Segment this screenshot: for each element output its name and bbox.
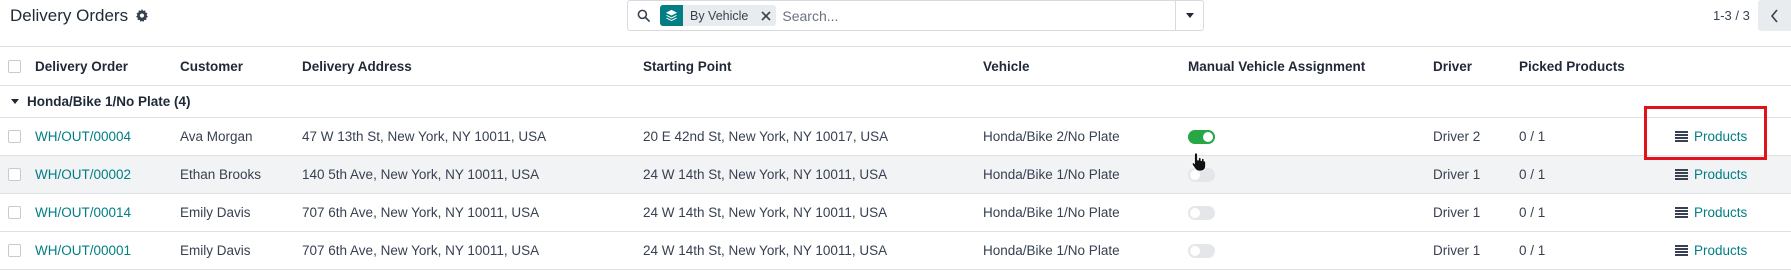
picked-products-cell: 0 / 1 xyxy=(1519,129,1546,144)
chevron-left-icon xyxy=(1770,8,1778,23)
row-checkbox[interactable] xyxy=(8,168,21,181)
column-header-driver[interactable]: Driver xyxy=(1433,47,1472,85)
table-row[interactable]: WH/OUT/00002 Ethan Brooks 140 5th Ave, N… xyxy=(0,156,1791,194)
delivery-address-cell: 47 W 13th St, New York, NY 10011, USA xyxy=(302,129,547,144)
delivery-order-link[interactable]: WH/OUT/00001 xyxy=(35,232,131,269)
caret-down-icon xyxy=(11,99,19,104)
vehicle-cell: Honda/Bike 1/No Plate xyxy=(983,167,1120,182)
driver-cell: Driver 1 xyxy=(1433,205,1481,220)
delivery-address-cell: 140 5th Ave, New York, NY 10011, USA xyxy=(302,167,540,182)
manual-assignment-toggle[interactable] xyxy=(1188,206,1215,220)
delivery-order-link[interactable]: WH/OUT/00004 xyxy=(35,118,131,155)
list-icon xyxy=(1675,245,1688,256)
driver-cell: Driver 2 xyxy=(1433,129,1481,144)
column-header-starting-point[interactable]: Starting Point xyxy=(643,47,732,85)
starting-point-cell: 24 W 14th St, New York, NY 10011, USA xyxy=(643,167,888,182)
products-button-label: Products xyxy=(1694,167,1748,182)
page-title: Delivery Orders xyxy=(10,6,129,25)
pager-value[interactable]: 1-3 / 3 xyxy=(1713,8,1750,23)
customer-cell: Emily Davis xyxy=(180,243,251,258)
starting-point-cell: 24 W 14th St, New York, NY 10011, USA xyxy=(643,243,888,258)
toggle-knob xyxy=(1203,132,1213,142)
vehicle-cell: Honda/Bike 1/No Plate xyxy=(983,205,1120,220)
group-label: Honda/Bike 1/No Plate (4) xyxy=(27,94,191,109)
group-row[interactable]: Honda/Bike 1/No Plate (4) xyxy=(0,86,1791,118)
products-button[interactable]: Products xyxy=(1675,194,1747,231)
table-row[interactable]: WH/OUT/00001 Emily Davis 707 6th Ave, Ne… xyxy=(0,232,1791,270)
pager-previous-button[interactable] xyxy=(1758,0,1791,31)
driver-cell: Driver 1 xyxy=(1433,167,1481,182)
table-row[interactable]: WH/OUT/00004 Ava Morgan 47 W 13th St, Ne… xyxy=(0,118,1791,156)
starting-point-cell: 20 E 42nd St, New York, NY 10017, USA xyxy=(643,129,889,144)
search-input[interactable] xyxy=(776,2,1175,29)
vehicle-cell: Honda/Bike 2/No Plate xyxy=(983,129,1120,144)
caret-down-icon xyxy=(1185,13,1194,18)
title-area: Delivery Orders xyxy=(10,0,149,32)
table-row[interactable]: WH/OUT/00014 Emily Davis 707 6th Ave, Ne… xyxy=(0,194,1791,232)
list-icon xyxy=(1675,207,1688,218)
vehicle-cell: Honda/Bike 1/No Plate xyxy=(983,243,1120,258)
row-checkbox[interactable] xyxy=(8,206,21,219)
group-header[interactable]: Honda/Bike 1/No Plate (4) xyxy=(11,86,191,117)
facet-label: By Vehicle xyxy=(690,8,749,23)
delivery-address-cell: 707 6th Ave, New York, NY 10011, USA xyxy=(302,243,540,258)
products-button[interactable]: Products xyxy=(1675,156,1747,193)
driver-cell: Driver 1 xyxy=(1433,243,1481,258)
toggle-knob xyxy=(1190,170,1200,180)
search-options-toggle[interactable] xyxy=(1175,1,1203,30)
products-button[interactable]: Products xyxy=(1675,118,1747,155)
row-checkbox[interactable] xyxy=(8,244,21,257)
control-panel: Delivery Orders By Vehicle Search... 1-3… xyxy=(0,0,1791,46)
column-header-picked-products[interactable]: Picked Products xyxy=(1519,47,1625,85)
gear-icon[interactable] xyxy=(135,9,149,23)
picked-products-cell: 0 / 1 xyxy=(1519,205,1546,220)
select-all-checkbox[interactable] xyxy=(8,60,21,73)
column-header-customer[interactable]: Customer xyxy=(180,47,243,85)
column-header-manual-vehicle-assignment[interactable]: Manual Vehicle Assignment xyxy=(1188,47,1365,85)
customer-cell: Emily Davis xyxy=(180,205,251,220)
delivery-order-link[interactable]: WH/OUT/00014 xyxy=(35,194,131,231)
column-header-delivery-order[interactable]: Delivery Order xyxy=(35,47,128,85)
picked-products-cell: 0 / 1 xyxy=(1519,167,1546,182)
layers-icon xyxy=(660,5,683,26)
products-button-label: Products xyxy=(1694,205,1748,220)
customer-cell: Ethan Brooks xyxy=(180,167,262,182)
column-header-delivery-address[interactable]: Delivery Address xyxy=(302,47,412,85)
list-icon xyxy=(1675,169,1688,180)
toggle-knob xyxy=(1190,246,1200,256)
products-button-label: Products xyxy=(1694,129,1748,144)
manual-assignment-toggle[interactable] xyxy=(1188,244,1215,258)
manual-assignment-toggle[interactable] xyxy=(1188,130,1215,144)
products-button[interactable]: Products xyxy=(1675,232,1747,269)
table-header: Delivery Order Customer Delivery Address… xyxy=(0,46,1791,86)
group-by-facet[interactable]: By Vehicle xyxy=(660,5,777,26)
search-icon[interactable] xyxy=(628,1,658,30)
toggle-knob xyxy=(1190,208,1200,218)
column-header-vehicle[interactable]: Vehicle xyxy=(983,47,1030,85)
products-button-label: Products xyxy=(1694,243,1748,258)
delivery-order-link[interactable]: WH/OUT/00002 xyxy=(35,156,131,193)
search-bar: By Vehicle xyxy=(627,0,1204,31)
row-checkbox[interactable] xyxy=(8,130,21,143)
customer-cell: Ava Morgan xyxy=(180,129,253,144)
close-icon[interactable] xyxy=(756,5,776,26)
manual-assignment-toggle[interactable] xyxy=(1188,168,1215,182)
delivery-address-cell: 707 6th Ave, New York, NY 10011, USA xyxy=(302,205,540,220)
list-icon xyxy=(1675,131,1688,142)
picked-products-cell: 0 / 1 xyxy=(1519,243,1546,258)
starting-point-cell: 24 W 14th St, New York, NY 10011, USA xyxy=(643,205,888,220)
